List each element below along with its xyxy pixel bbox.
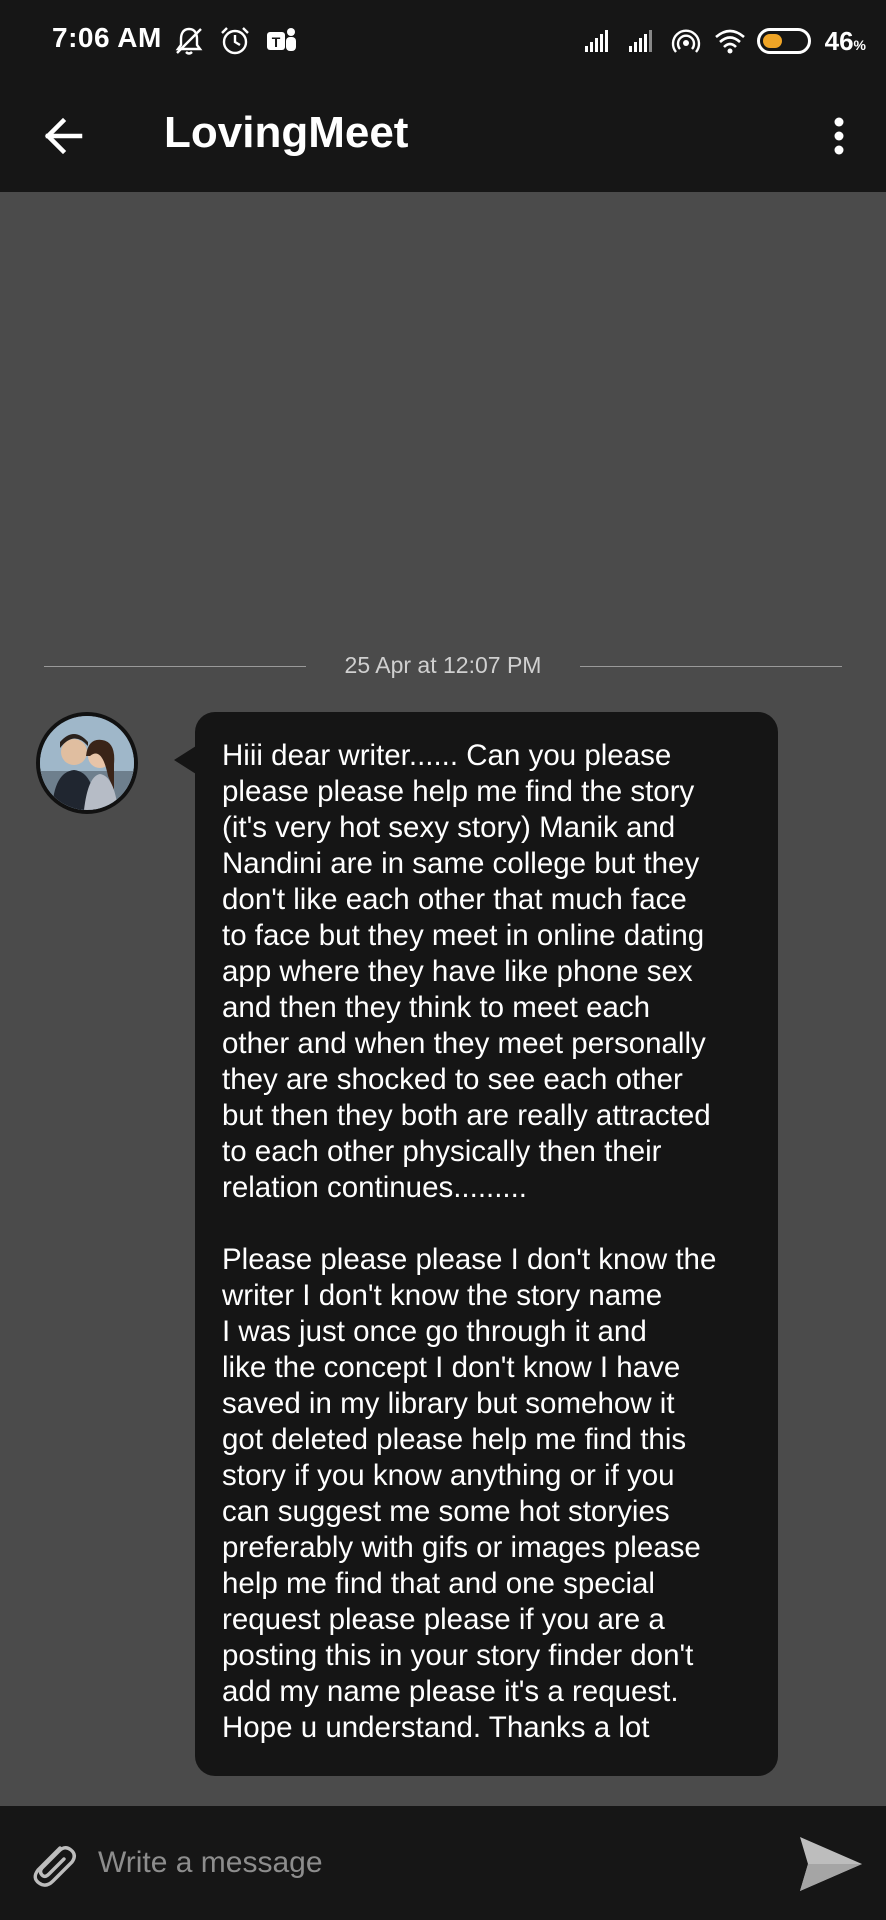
send-icon[interactable] (798, 1834, 864, 1894)
bubble-tail (174, 746, 196, 774)
message-bubble[interactable]: Hiii dear writer...... Can you please pl… (195, 712, 778, 1776)
app-bar: LovingMeet (0, 82, 886, 192)
signal-icon (628, 30, 652, 52)
alarm-icon (221, 27, 249, 55)
battery-unit: % (853, 36, 866, 53)
more-vertical-icon[interactable] (814, 104, 864, 168)
chat-area[interactable]: 25 Apr at 12:07 PM Hiii dear writer.....… (0, 192, 886, 1806)
divider (580, 666, 842, 667)
composer-bar (0, 1806, 886, 1920)
avatar[interactable] (36, 712, 138, 814)
hotspot-icon (671, 29, 700, 53)
status-right-icons: 46% (581, 24, 866, 58)
teams-icon: T (267, 28, 296, 51)
message-text: Please please please I don't know the wr… (222, 1243, 717, 1744)
battery-icon (756, 28, 811, 54)
paperclip-icon[interactable] (22, 1836, 82, 1896)
bell-muted-icon (175, 27, 203, 55)
svg-text:T: T (272, 34, 281, 50)
arrow-left-icon[interactable] (36, 104, 100, 168)
status-left-icons: T (172, 24, 298, 58)
date-separator: 25 Apr at 12:07 PM (44, 652, 842, 682)
status-bar: 7:06 AM T 46% (0, 0, 886, 82)
message-text: Hiii dear writer...... Can you please pl… (222, 739, 711, 1204)
signal-icon (584, 30, 608, 52)
status-time: 7:06 AM (52, 22, 162, 53)
wifi-icon (714, 29, 745, 54)
battery-level (762, 34, 782, 48)
page-title: LovingMeet (164, 108, 409, 157)
message-input[interactable] (96, 1830, 776, 1896)
battery-percent: 46% (824, 25, 866, 56)
avatar-photo (40, 716, 134, 810)
